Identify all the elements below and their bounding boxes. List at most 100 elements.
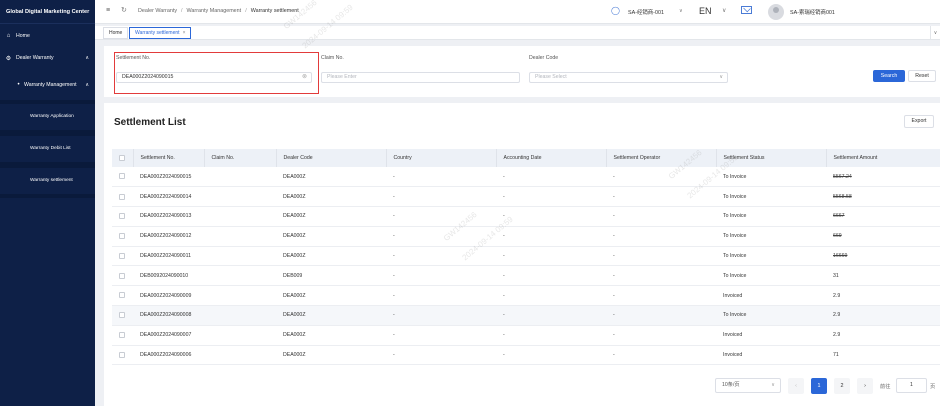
cell-claim-no <box>204 325 276 346</box>
table-row[interactable]: DEA000Z2024090009 DEA000Z - - - Invoiced 2.9 <box>112 285 940 307</box>
sidebar-item-warranty-application[interactable]: Warranty Application <box>0 104 95 130</box>
row-select-cell <box>112 186 133 208</box>
cell-country: - <box>386 285 496 307</box>
dot-icon: • <box>17 82 20 88</box>
tab-home[interactable]: Home <box>103 27 129 39</box>
search-button[interactable]: Search <box>873 70 905 82</box>
table-row[interactable]: DEA000Z2024090011 DEA000Z - - - To Invoice 166… <box>112 246 940 267</box>
role-selector[interactable]: SA-经销商-001 <box>628 8 664 16</box>
chevron-down-icon[interactable]: ∨ <box>679 8 683 14</box>
close-icon[interactable]: × <box>183 30 186 36</box>
sidebar-item-label: Home <box>16 33 30 39</box>
breadcrumb: Dealer Warranty / Warranty Management / Warr… <box>138 8 299 14</box>
table-row[interactable]: DEA000Z2024090012 DEA000Z - - - To Invoice 669 <box>112 226 940 247</box>
cell-dealer-code: DEA000Z <box>276 186 386 208</box>
table-row[interactable]: DEA000Z2024090014 DEA000Z - - - To Invoice 556… <box>112 186 940 208</box>
claim-no-input[interactable]: Please Enter <box>321 72 520 83</box>
avatar[interactable] <box>768 4 784 20</box>
cell-claim-no <box>204 285 276 307</box>
row-checkbox[interactable] <box>119 351 125 358</box>
cell-accounting-date: - <box>496 246 606 267</box>
cell-settlement-no: DEA000Z2024090006 <box>133 345 204 366</box>
cell-status: To Invoice <box>716 186 826 208</box>
cell-dealer-code: DEA000Z <box>276 167 386 188</box>
cell-dealer-code: DEA000Z <box>276 345 386 366</box>
row-checkbox[interactable] <box>119 193 125 200</box>
sidebar-item-label: Warranty Management <box>24 82 77 88</box>
reset-button[interactable]: Reset <box>908 70 936 82</box>
cell-amount: 31 <box>826 265 940 287</box>
table-row[interactable]: DEA000Z2024090015 DEA000Z - - - To Invoice 556… <box>112 167 940 188</box>
next-page-button[interactable]: › <box>857 378 873 394</box>
dealer-code-placeholder: Please Select <box>535 74 567 80</box>
table-row[interactable]: DEA000Z2024090006 DEA000Z - - - Invoiced 71 <box>112 345 940 366</box>
table-row[interactable]: DEB0092024090010 DEB009- - - To Invoice 31 <box>112 265 940 287</box>
sidebar-item-warranty-debit-list[interactable]: Warranty Debit List <box>0 136 95 162</box>
breadcrumb-item[interactable]: Dealer Warranty <box>138 8 177 14</box>
cell-settlement-no: DEB0092024090010 <box>133 265 204 287</box>
page-size-select[interactable]: 10条/页 ∨ <box>715 378 781 393</box>
tab-warranty-settlement[interactable]: Warranty settlement × <box>129 27 192 39</box>
sidebar: Global Digital Marketing Center ⌂ Home ⚙… <box>0 0 95 406</box>
cell-claim-no <box>204 246 276 267</box>
cell-dealer-code: DEA000Z <box>276 246 386 267</box>
cell-amount: 669 <box>826 226 940 247</box>
tab-label: Home <box>109 30 123 36</box>
row-select-cell <box>112 226 133 247</box>
page-button[interactable]: 2 <box>834 378 850 394</box>
menu-toggle-icon[interactable]: ≡ <box>106 7 110 14</box>
tab-label: Warranty settlement <box>135 30 180 36</box>
chevron-down-icon[interactable]: ∨ <box>722 7 726 14</box>
dealer-code-select[interactable]: Please Select ∨ <box>529 72 728 83</box>
chevron-down-icon[interactable]: ∨ <box>930 26 940 40</box>
cell-claim-no <box>204 226 276 247</box>
cell-status: To Invoice <box>716 265 826 287</box>
page-button[interactable]: 1 <box>811 378 827 394</box>
cell-accounting-date: - <box>496 325 606 346</box>
cell-operator: - <box>606 226 716 247</box>
table-row[interactable]: DEA000Z2024090013 DEA000Z - - - To Invoice 666… <box>112 206 940 227</box>
refresh-icon[interactable]: ↻ <box>121 6 127 14</box>
export-button[interactable]: Export <box>904 115 934 128</box>
sidebar-item-warranty-management[interactable]: • Warranty Management ∧ <box>0 79 95 91</box>
sidebar-item-dealer-warranty[interactable]: ⚙ Dealer Warranty ∧ <box>0 52 95 64</box>
row-checkbox[interactable] <box>119 292 125 299</box>
user-name[interactable]: SA-索瑞经销商001 <box>790 8 835 16</box>
cell-country: - <box>386 246 496 267</box>
chevron-down-icon: ∨ <box>719 74 723 80</box>
sidebar-item-warranty-settlement[interactable]: Warranty settlement <box>0 168 95 194</box>
language-selector[interactable]: EN <box>699 6 712 16</box>
column-header: Accounting Date <box>496 149 607 167</box>
cell-accounting-date: - <box>496 206 606 227</box>
tab-bar: Home Warranty settlement × ∨ <box>95 26 940 40</box>
row-checkbox[interactable] <box>119 213 125 220</box>
column-header: Claim No. <box>204 149 277 167</box>
cell-operator: - <box>606 305 716 326</box>
breadcrumb-current: Warranty settlement <box>250 8 299 14</box>
breadcrumb-item[interactable]: Warranty Management <box>187 8 242 14</box>
row-checkbox[interactable] <box>119 312 125 319</box>
cell-operator: - <box>606 246 716 267</box>
row-select-cell <box>112 206 133 227</box>
column-header: Settlement Amount <box>826 149 940 167</box>
row-checkbox[interactable] <box>119 272 125 279</box>
row-checkbox[interactable] <box>119 252 125 259</box>
sidebar-item-home[interactable]: ⌂ Home <box>0 30 95 42</box>
cell-accounting-date: - <box>496 285 606 307</box>
mail-icon[interactable] <box>741 6 752 14</box>
table-row[interactable]: DEA000Z2024090008 DEA000Z - - - To Invoice 2.9 <box>112 305 940 326</box>
select-all-cell <box>112 149 134 167</box>
goto-page-input[interactable]: 1 <box>896 378 927 393</box>
cell-operator: - <box>606 206 716 227</box>
select-all-checkbox[interactable] <box>119 154 125 161</box>
row-select-cell <box>112 345 133 366</box>
table-row[interactable]: DEA000Z2024090007 DEA000Z - - - Invoiced 2.9 <box>112 325 940 346</box>
row-checkbox[interactable] <box>119 233 125 240</box>
row-checkbox[interactable] <box>119 173 125 180</box>
row-checkbox[interactable] <box>119 332 125 339</box>
cell-amount: 6667 <box>826 206 940 227</box>
cell-status: Invoiced <box>716 325 826 346</box>
cell-settlement-no: DEA000Z2024090015 <box>133 167 204 188</box>
cell-settlement-no: DEA000Z2024090013 <box>133 206 204 227</box>
prev-page-button[interactable]: ‹ <box>788 378 804 394</box>
